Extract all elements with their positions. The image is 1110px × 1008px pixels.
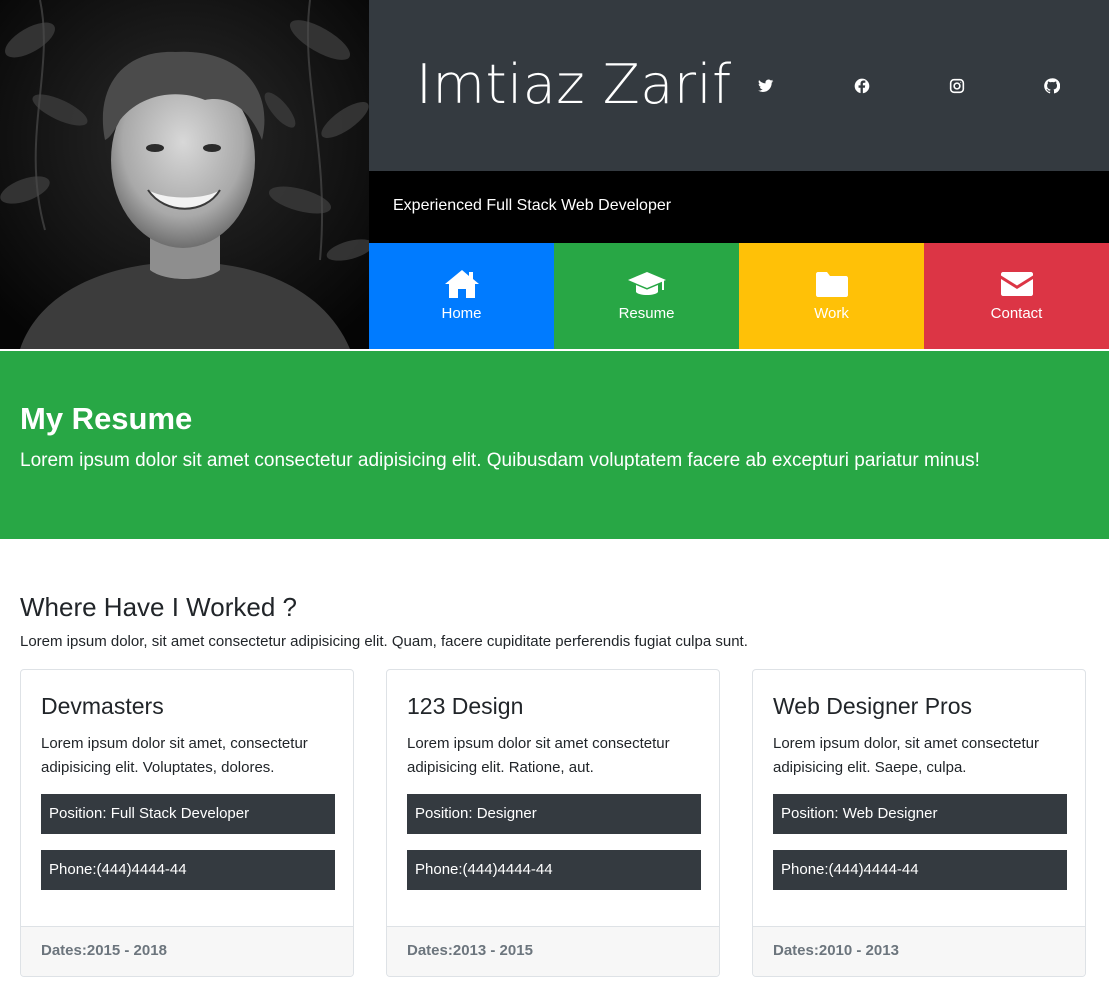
card-phone: Phone:(444)4444-44 (41, 850, 335, 890)
card-position: Position: Web Designer (773, 794, 1067, 834)
banner-text: Lorem ipsum dolor sit amet consectetur a… (20, 450, 980, 471)
card-text: Lorem ipsum dolor, sit amet consectetur … (773, 735, 1039, 776)
card-title: Web Designer Pros (773, 693, 972, 719)
card-phone: Phone:(444)4444-44 (407, 850, 701, 890)
portrait-photo (0, 0, 369, 349)
card-title: 123 Design (407, 693, 524, 719)
card-dates: Dates:2015 - 2018 (41, 942, 167, 959)
card-footer: Dates:2010 - 2013 (753, 926, 1085, 976)
graduation-cap-icon (627, 268, 667, 300)
twitter-icon[interactable] (754, 74, 778, 98)
resume-page: Imtiaz Zarif Experienced Full Stack Web … (0, 0, 1110, 1008)
card-dates: Dates:2010 - 2013 (773, 942, 899, 959)
card-footer: Dates:2013 - 2015 (387, 926, 719, 976)
nav-resume-label: Resume (618, 305, 675, 322)
work-card-web-designer-pros: Web Designer Pros Lorem ipsum dolor, sit… (752, 669, 1086, 977)
card-footer: Dates:2015 - 2018 (21, 926, 353, 976)
work-section-title: Where Have I Worked ? (20, 592, 297, 622)
folder-icon (815, 268, 849, 300)
card-phone: Phone:(444)4444-44 (773, 850, 1067, 890)
main-nav: Home Resume Work Contact (369, 243, 1109, 349)
card-title: Devmasters (41, 693, 164, 719)
card-position: Position: Full Stack Developer (41, 794, 335, 834)
work-card-123-design: 123 Design Lorem ipsum dolor sit amet co… (386, 669, 720, 977)
nav-contact-button[interactable]: Contact (924, 243, 1109, 349)
work-card-devmasters: Devmasters Lorem ipsum dolor sit amet, c… (20, 669, 354, 977)
facebook-icon[interactable] (850, 74, 874, 98)
envelope-icon (1000, 268, 1034, 300)
nav-contact-label: Contact (990, 305, 1043, 322)
nav-home-button[interactable]: Home (369, 243, 554, 349)
profile-tagline: Experienced Full Stack Web Developer (393, 197, 672, 214)
site-header: Imtiaz Zarif Experienced Full Stack Web … (0, 0, 1109, 349)
card-position: Position: Designer (407, 794, 701, 834)
nav-work-button[interactable]: Work (739, 243, 924, 349)
card-text: Lorem ipsum dolor sit amet, consectetur … (41, 735, 308, 776)
instagram-icon[interactable] (945, 74, 969, 98)
name-bar: Imtiaz Zarif (369, 0, 1109, 171)
tagline-bar: Experienced Full Stack Web Developer (369, 171, 1109, 243)
card-dates: Dates:2013 - 2015 (407, 942, 533, 959)
github-icon[interactable] (1040, 74, 1064, 98)
work-section-text: Lorem ipsum dolor, sit amet consectetur … (20, 633, 748, 650)
nav-resume-button[interactable]: Resume (554, 243, 739, 349)
profile-name: Imtiaz Zarif (416, 53, 732, 116)
home-icon (444, 268, 480, 300)
card-text: Lorem ipsum dolor sit amet consectetur a… (407, 735, 670, 776)
resume-banner: My Resume Lorem ipsum dolor sit amet con… (0, 351, 1109, 539)
nav-work-label: Work (814, 305, 849, 322)
banner-title: My Resume (20, 401, 193, 436)
nav-home-label: Home (441, 305, 482, 322)
